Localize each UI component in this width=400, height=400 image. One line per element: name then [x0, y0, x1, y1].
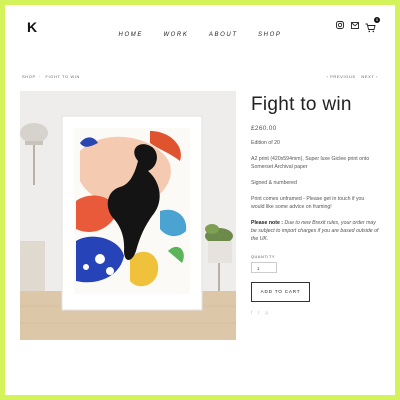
- add-to-cart-button[interactable]: ADD TO CART: [251, 282, 310, 302]
- pinterest-share-icon[interactable]: p: [266, 310, 269, 315]
- cart-count-badge: 0: [374, 17, 380, 23]
- edition-text: Edition of 20: [251, 140, 280, 146]
- facebook-share-icon[interactable]: f: [251, 310, 252, 315]
- next-link[interactable]: NEXT ›: [361, 74, 378, 79]
- product-title: Fight to win: [251, 94, 352, 115]
- mail-icon[interactable]: [350, 21, 359, 30]
- breadcrumb-separator: ·: [38, 74, 41, 79]
- nav-work[interactable]: WORK: [163, 32, 188, 38]
- breadcrumb-shop[interactable]: SHOP: [22, 74, 36, 79]
- cart-icon: [365, 23, 376, 33]
- header-icons: 0: [335, 17, 380, 33]
- nav-shop[interactable]: SHOP: [258, 32, 281, 38]
- breadcrumb: SHOP · FIGHT TO WIN: [22, 74, 83, 79]
- previous-link[interactable]: ‹ PREVIOUS: [327, 74, 356, 79]
- signed-text: Signed & numbered: [251, 180, 297, 186]
- note-label: Please note :: [251, 220, 284, 226]
- product-pager: ‹ PREVIOUS NEXT ›: [323, 74, 378, 79]
- quantity-label: QUANTITY: [251, 255, 275, 259]
- brexit-note: Please note : Due to new Brexit rules, y…: [251, 219, 379, 243]
- cart-button[interactable]: 0: [365, 17, 380, 33]
- quantity-input[interactable]: 1: [251, 262, 277, 273]
- twitter-share-icon[interactable]: t: [258, 310, 259, 315]
- instagram-icon[interactable]: [335, 21, 344, 30]
- product-price: £260.00: [251, 125, 277, 132]
- nav-about[interactable]: ABOUT: [209, 32, 238, 38]
- spec-text: A2 print (420x594mm), Super luxe Giclee …: [251, 156, 370, 170]
- breadcrumb-current: FIGHT TO WIN: [45, 74, 80, 79]
- frame-note-text: Print comes unframed - Please get in tou…: [251, 196, 365, 210]
- share-links: f t p: [251, 310, 268, 315]
- nav-home[interactable]: HOME: [119, 32, 143, 38]
- framed-print-illustration: [20, 91, 236, 340]
- product-image[interactable]: [20, 91, 236, 340]
- page: K HOME WORK ABOUT SHOP 0 SHOP · FIGHT TO …: [5, 5, 395, 395]
